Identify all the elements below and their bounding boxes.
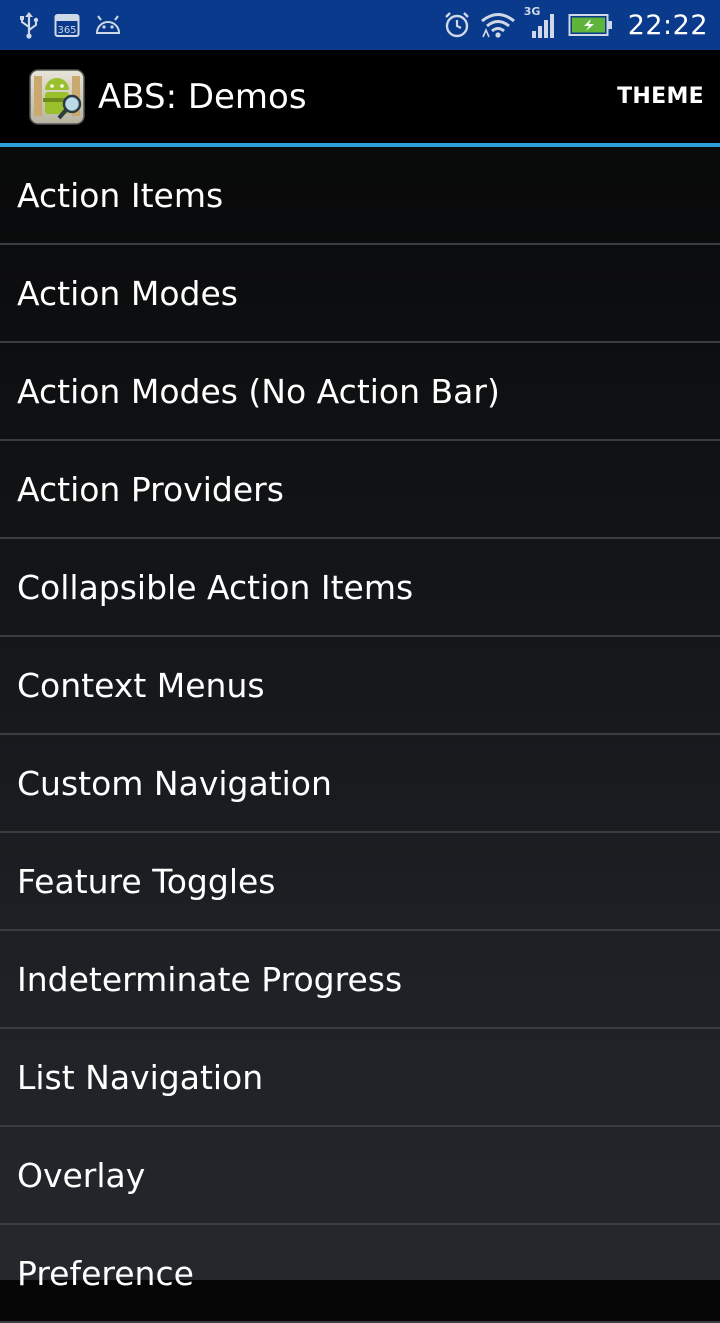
list-item[interactable]: Feature Toggles xyxy=(0,833,720,931)
calendar-badge-text: 365 xyxy=(57,25,76,36)
action-bar: ABS: Demos THEME xyxy=(0,50,720,143)
wifi-icon xyxy=(480,11,516,39)
list-item[interactable]: Preference xyxy=(0,1225,720,1323)
list-item-label: Indeterminate Progress xyxy=(17,959,403,999)
list-item[interactable]: List Navigation xyxy=(0,1029,720,1127)
list-item[interactable]: Action Modes xyxy=(0,245,720,343)
signal-icon: 3G xyxy=(524,5,558,39)
list-item[interactable]: Action Providers xyxy=(0,441,720,539)
list-item[interactable]: Collapsible Action Items xyxy=(0,539,720,637)
list-item[interactable]: Action Items xyxy=(0,147,720,245)
clock: 22:22 xyxy=(627,9,708,41)
system-icons: 3G 22:22 xyxy=(444,5,708,41)
list-item-label: Action Items xyxy=(17,175,224,215)
list-item-label: Context Menus xyxy=(17,665,265,705)
list-item-label: Custom Navigation xyxy=(17,763,332,803)
theme-button[interactable]: THEME xyxy=(607,74,704,119)
list-item-label: Action Modes (No Action Bar) xyxy=(17,371,500,411)
list-item[interactable]: Indeterminate Progress xyxy=(0,931,720,1029)
list-item[interactable]: Context Menus xyxy=(0,637,720,735)
notification-icons: 365 xyxy=(18,11,444,39)
alarm-icon xyxy=(444,11,470,39)
list-item-label: Action Providers xyxy=(17,469,284,509)
app-title: ABS: Demos xyxy=(98,76,307,117)
list-item[interactable]: Custom Navigation xyxy=(0,735,720,833)
list-item-label: Overlay xyxy=(17,1155,146,1195)
status-bar: 365 3G 22:22 xyxy=(0,0,720,50)
list-item-label: Preference xyxy=(17,1253,194,1293)
list-item-label: Action Modes xyxy=(17,273,238,313)
usb-icon xyxy=(18,11,40,39)
list-item[interactable]: Overlay xyxy=(0,1127,720,1225)
list-item-label: List Navigation xyxy=(17,1057,264,1097)
app-logo-icon[interactable] xyxy=(28,68,86,126)
demo-list: Action Items Action Modes Action Modes (No… xyxy=(0,147,720,1323)
battery-charging-icon xyxy=(568,12,614,38)
android-debug-icon xyxy=(94,14,122,36)
calendar-365-icon: 365 xyxy=(54,12,80,38)
list-item-label: Feature Toggles xyxy=(17,861,276,901)
list-item[interactable]: Action Modes (No Action Bar) xyxy=(0,343,720,441)
list-item-label: Collapsible Action Items xyxy=(17,567,414,607)
network-type-label: 3G xyxy=(523,5,541,18)
